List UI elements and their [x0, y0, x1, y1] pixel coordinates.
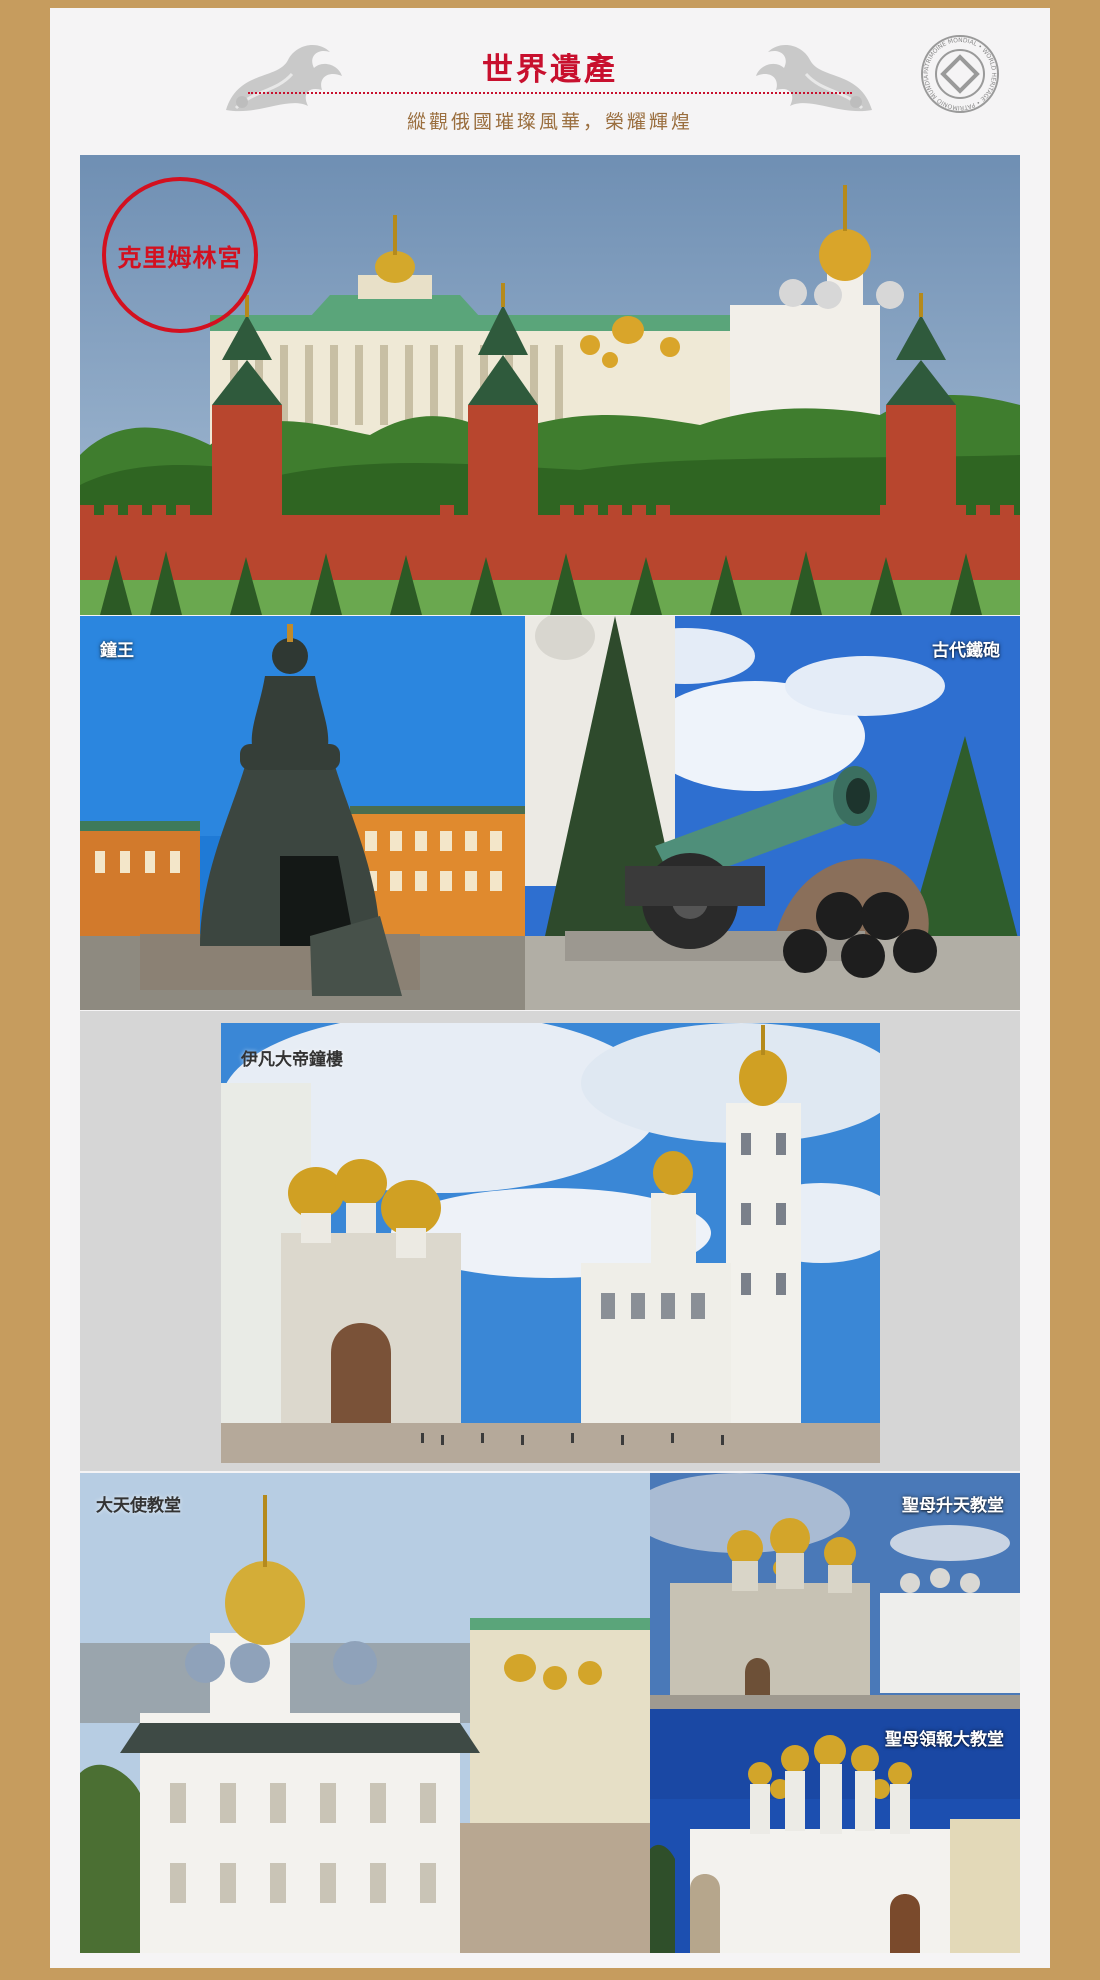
- archangel-cathedral-scene: [80, 1473, 650, 1953]
- page-sheet: 世界遺產 縱觀俄國璀璨風華，榮耀輝煌 PATRIMOINE MONDIAL • …: [50, 8, 1050, 1968]
- tsar-bell-photo: 鐘王: [80, 616, 525, 1010]
- kremlin-photo: 克里姆林宮: [80, 155, 1020, 615]
- dormition-cathedral-photo: 聖母升天教堂: [650, 1473, 1020, 1709]
- stamp-label: 克里姆林宮: [117, 242, 243, 272]
- world-heritage-emblem-icon: PATRIMOINE MONDIAL • WORLD HERITAGE • PA…: [920, 34, 999, 113]
- header: 世界遺產 縱觀俄國璀璨風華，榮耀輝煌 PATRIMOINE MONDIAL • …: [50, 8, 1050, 153]
- tsar-cannon-scene: [525, 616, 1020, 1010]
- dormition-caption: 聖母升天教堂: [902, 1496, 1004, 1516]
- tsar-cannon-photo: 古代鐵砲: [525, 616, 1020, 1010]
- archangel-cathedral-photo: 大天使教堂: [80, 1473, 650, 1953]
- annunciation-cathedral-photo: 聖母領報大教堂: [650, 1709, 1020, 1953]
- archangel-caption: 大天使教堂: [96, 1496, 181, 1516]
- title-divider: [248, 92, 852, 94]
- tsar-bell-scene: [80, 616, 525, 1010]
- bell-caption: 鐘王: [100, 641, 134, 661]
- page-subtitle: 縱觀俄國璀璨風華，榮耀輝煌: [406, 111, 693, 133]
- page-title: 世界遺產: [482, 52, 618, 88]
- ivan-bell-tower-scene: [221, 1023, 880, 1463]
- cannon-caption: 古代鐵砲: [932, 641, 1000, 661]
- ivan-bell-tower-photo: 伊凡大帝鐘樓: [221, 1023, 880, 1463]
- bell-tower-caption: 伊凡大帝鐘樓: [241, 1050, 343, 1070]
- kremlin-stamp: 克里姆林宮: [102, 177, 258, 333]
- annunciation-caption: 聖母領報大教堂: [885, 1730, 1004, 1750]
